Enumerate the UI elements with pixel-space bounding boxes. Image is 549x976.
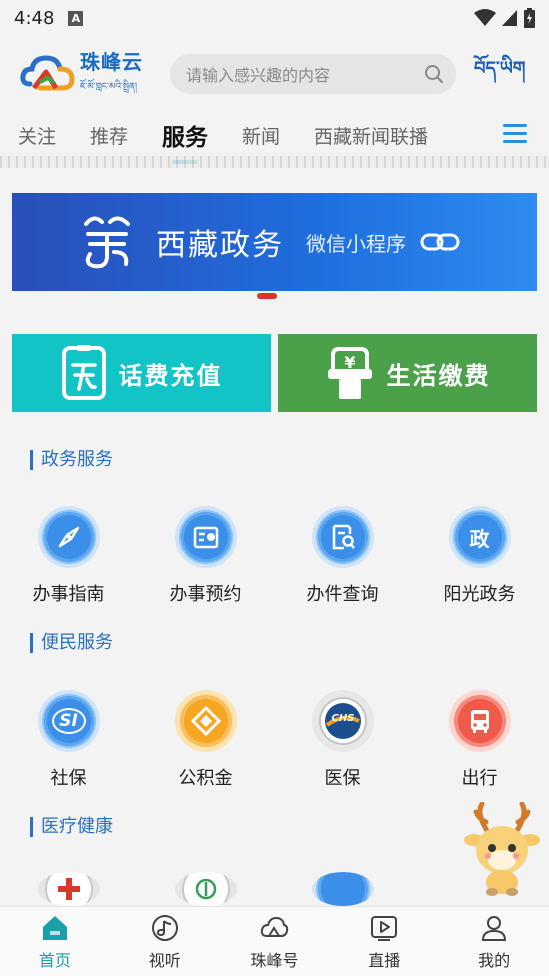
health-emblem-icon — [174, 872, 237, 906]
home-icon — [42, 916, 67, 940]
decorative-border — [0, 156, 549, 168]
status-indicators — [474, 8, 535, 28]
wifi-icon — [474, 9, 496, 26]
section-title-citizen-services: 便民服务 — [30, 633, 113, 653]
banner-tibet-gov[interactable]: 西藏政务 微信小程序 — [12, 193, 537, 291]
open-government-label: 阳光政务 — [443, 584, 516, 605]
section-title-gov-services: 政务服务 — [30, 450, 113, 470]
nav-profile[interactable]: 我的 — [439, 907, 549, 976]
nav-home-label: 首页 — [38, 951, 71, 970]
housing-fund-item[interactable]: 公积金 — [137, 690, 274, 790]
tab-follow[interactable]: 关注 — [18, 122, 56, 149]
nav-profile-label: 我的 — [478, 951, 511, 970]
citizen-services-grid: SI 社保 公积金 CHS 医保 出行 — [0, 690, 549, 790]
link-icon — [420, 233, 460, 251]
social-insurance-label: 社保 — [50, 768, 87, 789]
search-input[interactable]: 请输入感兴趣的内容 — [170, 54, 456, 94]
health-item-2[interactable] — [137, 872, 274, 906]
appointment-item[interactable]: 办事预约 — [137, 506, 274, 606]
tab-services[interactable]: 服务 — [162, 118, 208, 152]
svg-text:¥: ¥ — [344, 353, 355, 372]
transport-item[interactable]: 出行 — [411, 690, 548, 790]
medical-insurance-icon: CHS — [311, 690, 374, 752]
calendar-clock-icon — [174, 506, 237, 568]
gov-badge-icon: 政 — [448, 506, 511, 568]
housing-fund-icon — [174, 690, 237, 752]
case-query-label: 办件查询 — [306, 584, 379, 605]
status-time: 4:48 — [14, 7, 55, 29]
carousel-indicator[interactable] — [257, 293, 277, 299]
cloud-logo-icon — [20, 55, 75, 91]
open-government-item[interactable]: 政 阳光政务 — [411, 506, 548, 606]
app-name-tibetan: ཇོ་མོ་གླང་མའི་སྤྲིན། — [80, 82, 137, 92]
nav-live-label: 直播 — [368, 951, 401, 970]
nav-media[interactable]: 视听 — [110, 907, 220, 976]
search-icon[interactable] — [424, 64, 444, 84]
phone-recharge-icon — [61, 345, 106, 400]
language-toggle[interactable]: བོད་ཡིག — [474, 49, 525, 99]
battery-icon — [524, 8, 535, 28]
play-icon — [371, 916, 398, 941]
tab-recommend[interactable]: 推荐 — [90, 122, 128, 149]
utility-payment-label: 生活缴费 — [386, 361, 491, 390]
tab-news[interactable]: 新闻 — [242, 122, 280, 149]
mascot-antelope-icon[interactable] — [462, 802, 542, 896]
section-title-health: 医疗健康 — [30, 817, 113, 837]
tibet-gov-emblem-icon — [84, 216, 130, 269]
nav-home[interactable]: 首页 — [0, 907, 110, 976]
appointment-label: 办事预约 — [169, 584, 242, 605]
phone-recharge-button[interactable]: 话费充值 — [12, 334, 271, 412]
social-insurance-icon: SI — [37, 690, 100, 752]
music-note-icon — [151, 915, 178, 941]
app-name: 珠峰云 — [80, 50, 143, 74]
utility-payment-icon: ¥ — [327, 347, 372, 399]
nav-zhufeng-account-label: 珠峰号 — [250, 951, 299, 970]
banner-title: 西藏政务 — [156, 228, 284, 263]
service-guide-label: 办事指南 — [32, 584, 105, 605]
health-item-1[interactable] — [0, 872, 137, 906]
nav-live[interactable]: 直播 — [329, 907, 439, 976]
case-query-item[interactable]: 办件查询 — [274, 506, 411, 606]
app-header: 珠峰云 ཇོ་མོ་གླང་མའི་སྤྲིན། 请输入感兴趣的内容 བོད་ཡ… — [0, 36, 549, 112]
banner-subtitle: 微信小程序 — [306, 231, 406, 256]
cloud-icon — [261, 916, 289, 937]
transport-label: 出行 — [461, 768, 498, 789]
bus-icon — [448, 690, 511, 752]
category-tabs: 关注 推荐 服务 新闻 西藏新闻联播 — [0, 112, 549, 158]
notification-icon: A — [68, 10, 84, 26]
medical-insurance-label: 医保 — [324, 768, 361, 789]
app-logo[interactable]: 珠峰云 ཇོ་མོ་གླང་མའི་སྤྲིན། — [20, 46, 152, 102]
document-search-icon — [311, 506, 374, 568]
gov-services-grid: 办事指南 办事预约 办件查询 政 阳光政务 — [0, 506, 549, 606]
signal-icon — [502, 10, 517, 26]
medical-insurance-badge: CHS — [331, 713, 354, 724]
nav-zhufeng-account[interactable]: 珠峰号 — [220, 907, 330, 976]
menu-icon[interactable] — [503, 124, 527, 148]
tab-tibet-news-broadcast[interactable]: 西藏新闻联播 — [314, 122, 428, 149]
utility-payment-button[interactable]: ¥ 生活缴费 — [278, 334, 537, 412]
person-icon — [482, 916, 507, 941]
social-insurance-item[interactable]: SI 社保 — [0, 690, 137, 790]
service-guide-item[interactable]: 办事指南 — [0, 506, 137, 606]
health-service-icon — [311, 872, 374, 906]
hospital-icon — [37, 872, 100, 906]
status-bar: 4:48 A — [0, 0, 549, 36]
health-item-3[interactable] — [274, 872, 411, 906]
social-insurance-badge: SI — [51, 708, 86, 734]
housing-fund-label: 公积金 — [178, 768, 233, 789]
nav-media-label: 视听 — [148, 951, 181, 970]
bottom-navigation: 首页 视听 珠峰号 直播 我的 — [0, 906, 549, 976]
gov-badge-text: 政 — [469, 526, 490, 551]
search-placeholder: 请输入感兴趣的内容 — [186, 66, 331, 85]
phone-recharge-label: 话费充值 — [118, 361, 223, 390]
medical-insurance-item[interactable]: CHS 医保 — [274, 690, 411, 790]
compass-icon — [37, 506, 100, 568]
